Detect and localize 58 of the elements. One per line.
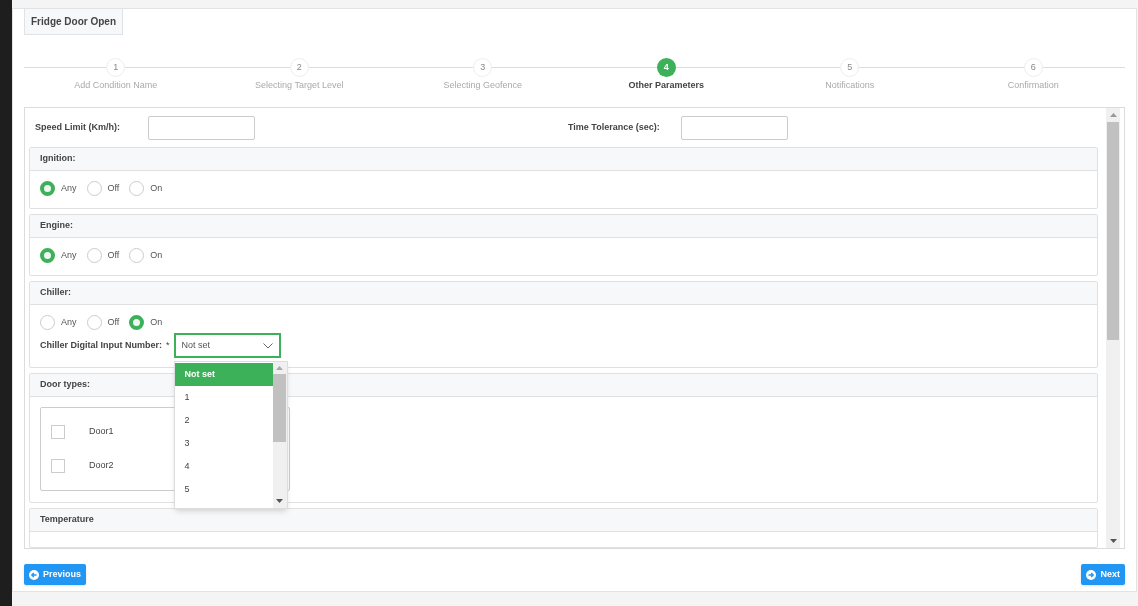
card-title: Fridge Door Open bbox=[24, 8, 123, 35]
radio-label: Off bbox=[107, 248, 120, 262]
next-button[interactable]: Next bbox=[1081, 564, 1125, 585]
checkbox[interactable] bbox=[51, 425, 65, 439]
step-label: Notifications bbox=[825, 79, 875, 92]
field-label: Time Tolerance (sec): bbox=[568, 120, 661, 134]
field-label: Speed Limit (Km/h): bbox=[35, 120, 121, 134]
radio-button[interactable] bbox=[86, 181, 102, 196]
scroll-down-icon[interactable] bbox=[1109, 539, 1117, 543]
dropdown-option[interactable]: 2 bbox=[174, 409, 273, 432]
section-title: Ignition: bbox=[40, 152, 76, 166]
radio-button[interactable] bbox=[40, 248, 55, 263]
input-field[interactable] bbox=[148, 115, 255, 140]
select-label: Chiller Digital Input Number: bbox=[40, 338, 162, 352]
radio-label: Any bbox=[61, 181, 77, 195]
radio-button[interactable] bbox=[129, 315, 145, 330]
radio-label: On bbox=[150, 248, 163, 262]
checkbox[interactable] bbox=[51, 459, 65, 473]
step-label: Confirmation bbox=[1007, 79, 1059, 92]
radio-label: Any bbox=[61, 248, 77, 262]
dropdown-option[interactable]: 4 bbox=[174, 455, 273, 478]
arrow-right-circle-icon bbox=[1086, 569, 1097, 580]
scroll-down-icon[interactable] bbox=[276, 499, 284, 503]
radio-button[interactable] bbox=[40, 315, 55, 330]
scrollbar[interactable] bbox=[272, 362, 287, 508]
arrow-left-circle-icon bbox=[29, 569, 39, 580]
select-field[interactable]: Not set bbox=[173, 333, 281, 358]
chevron-down-icon bbox=[262, 342, 273, 349]
previous-button[interactable]: Previous bbox=[24, 564, 87, 585]
dropdown-option[interactable]: 5 bbox=[174, 478, 273, 501]
dropdown-option[interactable]: Not set bbox=[174, 363, 273, 386]
scroll-up-icon[interactable] bbox=[1109, 113, 1117, 117]
checkbox-label: Door2 bbox=[89, 459, 114, 473]
section-title: Temperature bbox=[40, 513, 94, 527]
step-label: Other Parameters bbox=[628, 79, 704, 92]
radio-button[interactable] bbox=[129, 181, 145, 196]
radio-label: Any bbox=[61, 315, 77, 329]
radio-label: Off bbox=[107, 181, 120, 195]
radio-button[interactable] bbox=[86, 248, 102, 263]
radio-button[interactable] bbox=[86, 315, 102, 330]
scroll-up-icon[interactable] bbox=[276, 366, 284, 370]
section-title: Engine: bbox=[40, 219, 73, 233]
input-field[interactable] bbox=[681, 115, 788, 140]
required-mark: * bbox=[166, 338, 170, 352]
section-title: Chiller: bbox=[40, 286, 71, 300]
step-label: Selecting Target Level bbox=[255, 79, 344, 92]
dropdown-option[interactable]: 1 bbox=[174, 386, 273, 409]
step-label: Add Condition Name bbox=[74, 79, 158, 92]
section-title: Door types: bbox=[40, 378, 90, 392]
dropdown-option[interactable]: 3 bbox=[174, 432, 273, 455]
radio-button[interactable] bbox=[129, 248, 145, 263]
radio-label: On bbox=[150, 181, 163, 195]
radio-label: Off bbox=[107, 315, 120, 329]
radio-button[interactable] bbox=[40, 181, 55, 196]
scrollbar[interactable] bbox=[1106, 108, 1120, 548]
radio-label: On bbox=[150, 315, 163, 329]
checkbox-label: Door1 bbox=[89, 425, 114, 439]
step-label: Selecting Geofence bbox=[443, 79, 523, 92]
